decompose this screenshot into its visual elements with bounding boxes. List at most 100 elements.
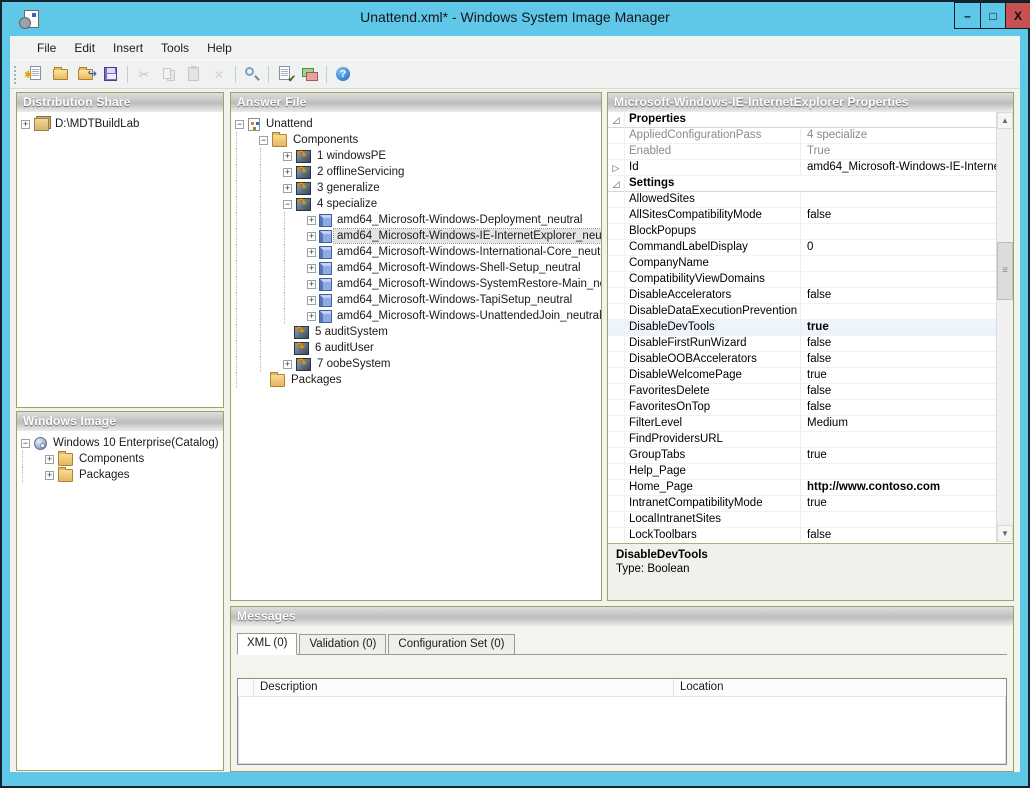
property-value[interactable]: 0 [801, 240, 996, 256]
expand-icon[interactable]: + [283, 184, 292, 193]
property-row-intranetcompatibilitymode[interactable]: IntranetCompatibilityModetrue [608, 496, 996, 512]
property-row-disabledataexecutionprevention[interactable]: DisableDataExecutionPrevention [608, 304, 996, 320]
property-row-disablefirstrunwizard[interactable]: DisableFirstRunWizardfalse [608, 336, 996, 352]
scrollbar-thumb[interactable]: ≡ [997, 242, 1013, 300]
tree-node-tapisetup[interactable]: + amd64_Microsoft-Windows-TapiSetup_neut… [231, 292, 601, 308]
expand-icon[interactable]: + [307, 216, 316, 225]
collapse-icon[interactable]: − [21, 439, 30, 448]
property-value[interactable]: false [801, 288, 996, 304]
expand-icon[interactable]: + [283, 152, 292, 161]
expand-icon[interactable]: + [307, 280, 316, 289]
menu-help[interactable]: Help [198, 38, 241, 58]
scroll-up-icon[interactable]: ▲ [997, 112, 1013, 129]
property-group-properties[interactable]: ◿ Properties [608, 112, 996, 128]
menu-edit[interactable]: Edit [65, 38, 104, 58]
property-row-disableoobaccelerators[interactable]: DisableOOBAcceleratorsfalse [608, 352, 996, 368]
collapse-icon[interactable]: − [259, 136, 268, 145]
property-row-grouptabs[interactable]: GroupTabstrue [608, 448, 996, 464]
expand-icon[interactable]: + [307, 248, 316, 257]
tree-node-packages[interactable]: Packages [231, 372, 601, 388]
property-row-blockpopups[interactable]: BlockPopups [608, 224, 996, 240]
expand-icon[interactable]: + [21, 120, 30, 129]
tree-node-systemrestore-main[interactable]: + amd64_Microsoft-Windows-SystemRestore-… [231, 276, 601, 292]
menu-file[interactable]: File [28, 38, 65, 58]
property-row-favoritesdelete[interactable]: FavoritesDeletefalse [608, 384, 996, 400]
tab-configuration-set[interactable]: Configuration Set (0) [388, 634, 514, 654]
property-row-appliedconfigurationpass[interactable]: AppliedConfigurationPass 4 specialize [608, 128, 996, 144]
property-value[interactable]: false [801, 400, 996, 416]
open-distribution-share-icon[interactable] [77, 66, 95, 83]
property-row-help-page[interactable]: Help_Page [608, 464, 996, 480]
tree-node-1-windowspe[interactable]: + 1 windowsPE [231, 148, 601, 164]
expand-icon[interactable]: + [283, 360, 292, 369]
tree-node-7-oobesystem[interactable]: + 7 oobeSystem [231, 356, 601, 372]
expand-icon[interactable]: + [307, 232, 316, 241]
property-value[interactable] [801, 512, 996, 528]
copy-icon[interactable] [160, 66, 178, 83]
save-icon[interactable] [102, 66, 120, 83]
tree-node-ie-internetexplorer[interactable]: + amd64_Microsoft-Windows-IE-InternetExp… [231, 228, 601, 244]
expand-icon[interactable]: + [307, 264, 316, 273]
collapse-triangle-icon[interactable]: ◿ [608, 112, 625, 128]
tree-node-6-audituser[interactable]: 6 auditUser [231, 340, 601, 356]
title-bar[interactable]: Unattend.xml* - Windows System Image Man… [2, 2, 1028, 36]
property-value[interactable] [801, 304, 996, 320]
property-value[interactable] [801, 192, 996, 208]
property-value[interactable] [801, 432, 996, 448]
property-row-localintranetsites[interactable]: LocalIntranetSites [608, 512, 996, 528]
property-group-settings[interactable]: ◿ Settings [608, 176, 996, 192]
column-location[interactable]: Location [674, 679, 1006, 696]
property-value[interactable]: http://www.contoso.com [801, 480, 996, 496]
expand-icon[interactable]: + [45, 455, 54, 464]
property-value[interactable] [801, 272, 996, 288]
property-row-companyname[interactable]: CompanyName [608, 256, 996, 272]
delete-icon[interactable]: ✕ [210, 66, 228, 83]
property-row-allsitescompatibilitymode[interactable]: AllSitesCompatibilityModefalse [608, 208, 996, 224]
collapse-icon[interactable]: − [283, 200, 292, 209]
property-value[interactable]: true [801, 496, 996, 512]
tree-node-unattend[interactable]: − Unattend [231, 116, 601, 132]
tree-node-4-specialize[interactable]: − 4 specialize [231, 196, 601, 212]
property-row-locktoolbars[interactable]: LockToolbarsfalse [608, 528, 996, 542]
tree-node-deployment[interactable]: + amd64_Microsoft-Windows-Deployment_neu… [231, 212, 601, 228]
tree-node-shell-setup[interactable]: + amd64_Microsoft-Windows-Shell-Setup_ne… [231, 260, 601, 276]
property-value[interactable]: false [801, 528, 996, 543]
property-row-disabledevtools-selected[interactable]: DisableDevToolstrue [608, 320, 996, 336]
property-value[interactable] [801, 464, 996, 480]
property-value[interactable] [801, 256, 996, 272]
property-value[interactable]: true [801, 448, 996, 464]
property-value[interactable]: false [801, 208, 996, 224]
property-value[interactable]: Medium [801, 416, 996, 432]
tree-node-wi-packages[interactable]: + Packages [17, 467, 223, 483]
property-row-disableaccelerators[interactable]: DisableAcceleratorsfalse [608, 288, 996, 304]
property-row-findprovidersurl[interactable]: FindProvidersURL [608, 432, 996, 448]
expand-icon[interactable]: + [307, 296, 316, 305]
expand-icon[interactable]: + [307, 312, 316, 321]
property-row-filterlevel[interactable]: FilterLevelMedium [608, 416, 996, 432]
property-value[interactable]: true [801, 368, 996, 384]
tab-xml[interactable]: XML (0) [237, 633, 297, 655]
tab-validation[interactable]: Validation (0) [299, 634, 386, 654]
find-icon[interactable] [243, 66, 261, 83]
property-value[interactable]: false [801, 336, 996, 352]
cut-icon[interactable]: ✂ [135, 66, 153, 83]
help-icon[interactable]: ? [334, 66, 352, 83]
tree-node-wi-components[interactable]: + Components [17, 451, 223, 467]
toolbar-grip[interactable] [14, 66, 18, 84]
new-answer-file-icon[interactable] [27, 66, 45, 83]
close-button[interactable]: X [1006, 2, 1030, 29]
property-row-id[interactable]: ▷ Id amd64_Microsoft-Windows-IE-Internet… [608, 160, 996, 176]
menu-insert[interactable]: Insert [104, 38, 152, 58]
property-value[interactable] [801, 224, 996, 240]
create-configuration-set-icon[interactable] [301, 66, 319, 83]
minimize-button[interactable]: – [954, 2, 980, 29]
property-row-enabled[interactable]: Enabled True [608, 144, 996, 160]
property-value[interactable]: false [801, 352, 996, 368]
tree-node-3-generalize[interactable]: + 3 generalize [231, 180, 601, 196]
tree-node-windows10-catalog[interactable]: − Windows 10 Enterprise(Catalog) [17, 435, 223, 451]
open-file-icon[interactable] [52, 66, 70, 83]
column-description[interactable]: Description [254, 679, 674, 696]
tree-node-2-offlineservicing[interactable]: + 2 offlineServicing [231, 164, 601, 180]
property-row-disablewelcomepage[interactable]: DisableWelcomePagetrue [608, 368, 996, 384]
tree-node-mdtbuildlab[interactable]: + D:\MDTBuildLab [17, 116, 223, 132]
